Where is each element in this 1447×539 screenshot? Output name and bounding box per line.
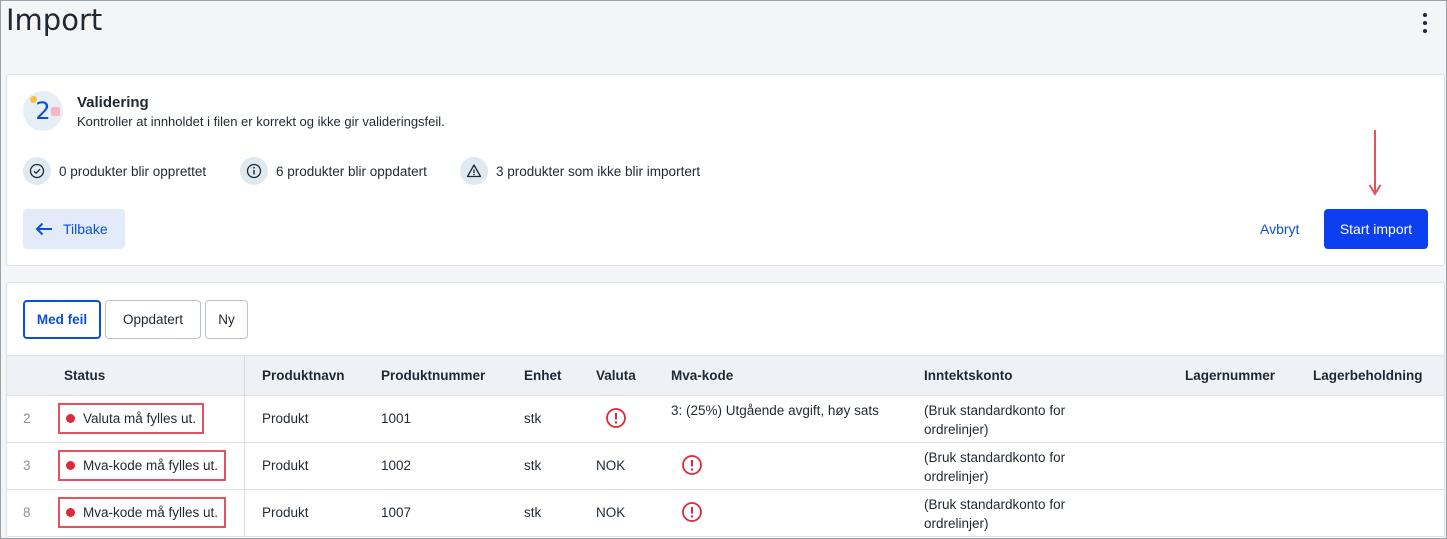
vat-code: 3: (25%) Utgående avgift, høy sats [671, 403, 879, 418]
error-icon [605, 407, 627, 432]
check-circle-icon [23, 157, 51, 185]
row-number: 3 [23, 458, 31, 473]
unit: stk [524, 411, 542, 426]
col-vat-code[interactable]: Mva-kode [671, 368, 733, 383]
table-row[interactable]: 8 Mva-kode må fylles ut. Produkt 1007 st… [7, 490, 1444, 537]
cancel-button[interactable]: Avbryt [1250, 209, 1309, 249]
status-error: Mva-kode må fylles ut. [58, 497, 227, 528]
stat-created-label: 0 produkter blir opprettet [59, 163, 207, 179]
error-icon [681, 501, 703, 526]
product-name: Produkt [262, 505, 309, 520]
status-text: Mva-kode må fylles ut. [83, 505, 219, 520]
col-income-account[interactable]: Inntektskonto [924, 368, 1013, 383]
warning-triangle-icon [460, 157, 488, 185]
error-dot-icon [66, 414, 75, 423]
step-number: 2 [35, 97, 51, 125]
status-text: Mva-kode må fylles ut. [83, 458, 219, 473]
validation-card: 2 Validering Kontroller at innholdet i f… [6, 74, 1445, 266]
step-number-icon: 2 [23, 91, 63, 131]
col-status[interactable]: Status [64, 368, 105, 383]
stat-updated: 6 produkter blir oppdatert [240, 157, 427, 185]
income-account: (Bruk standardkonto for ordrelinjer) [924, 403, 1066, 437]
status-text: Valuta må fylles ut. [83, 411, 197, 426]
page-title: Import [6, 3, 103, 37]
stat-updated-label: 6 produkter blir oppdatert [276, 163, 427, 179]
step-title: Validering [77, 94, 149, 111]
col-unit[interactable]: Enhet [524, 368, 562, 383]
step-description: Kontroller at innholdet i filen er korre… [77, 114, 445, 129]
row-number: 2 [23, 411, 31, 426]
table-row[interactable]: 3 Mva-kode må fylles ut. Produkt 1002 st… [7, 443, 1444, 490]
income-account: (Bruk standardkonto for ordrelinjer) [924, 497, 1066, 531]
col-stock[interactable]: Lagerbeholdning [1313, 368, 1423, 383]
col-product-number[interactable]: Produktnummer [381, 368, 485, 383]
tab-new[interactable]: Ny [205, 300, 248, 339]
more-options-icon[interactable] [1420, 13, 1430, 33]
row-number: 8 [23, 505, 31, 520]
unit: stk [524, 458, 542, 473]
currency: NOK [596, 505, 626, 520]
table-row[interactable]: 2 Valuta må fylles ut. Produkt 1001 stk … [7, 396, 1444, 443]
product-number: 1007 [381, 505, 412, 520]
product-name: Produkt [262, 458, 309, 473]
start-import-button[interactable]: Start import [1324, 209, 1428, 249]
product-number: 1001 [381, 411, 412, 426]
error-dot-icon [66, 461, 75, 470]
tab-with-errors[interactable]: Med feil [23, 300, 101, 339]
status-error: Valuta må fylles ut. [58, 403, 205, 434]
back-button-label: Tilbake [63, 221, 108, 237]
results-card: Med feil Oppdatert Ny Status Produktnavn… [6, 282, 1445, 538]
stat-not-imported-label: 3 produkter som ikke blir importert [496, 163, 701, 179]
table-header: Status Produktnavn Produktnummer Enhet V… [7, 355, 1444, 396]
status-error: Mva-kode må fylles ut. [58, 450, 227, 481]
product-number: 1002 [381, 458, 412, 473]
info-circle-icon [240, 157, 268, 185]
arrow-left-icon [35, 222, 52, 236]
product-name: Produkt [262, 411, 309, 426]
back-button[interactable]: Tilbake [23, 209, 125, 249]
stat-created: 0 produkter blir opprettet [23, 157, 206, 185]
col-currency[interactable]: Valuta [596, 368, 636, 383]
error-dot-icon [66, 508, 75, 517]
income-account: (Bruk standardkonto for ordrelinjer) [924, 450, 1066, 484]
error-icon [681, 454, 703, 479]
col-stock-number[interactable]: Lagernummer [1185, 368, 1275, 383]
tab-updated[interactable]: Oppdatert [105, 300, 201, 339]
annotation-arrow-icon [1368, 130, 1382, 196]
col-product-name[interactable]: Produktnavn [262, 368, 345, 383]
unit: stk [524, 505, 542, 520]
stat-not-imported: 3 produkter som ikke blir importert [460, 157, 700, 185]
currency: NOK [596, 458, 626, 473]
